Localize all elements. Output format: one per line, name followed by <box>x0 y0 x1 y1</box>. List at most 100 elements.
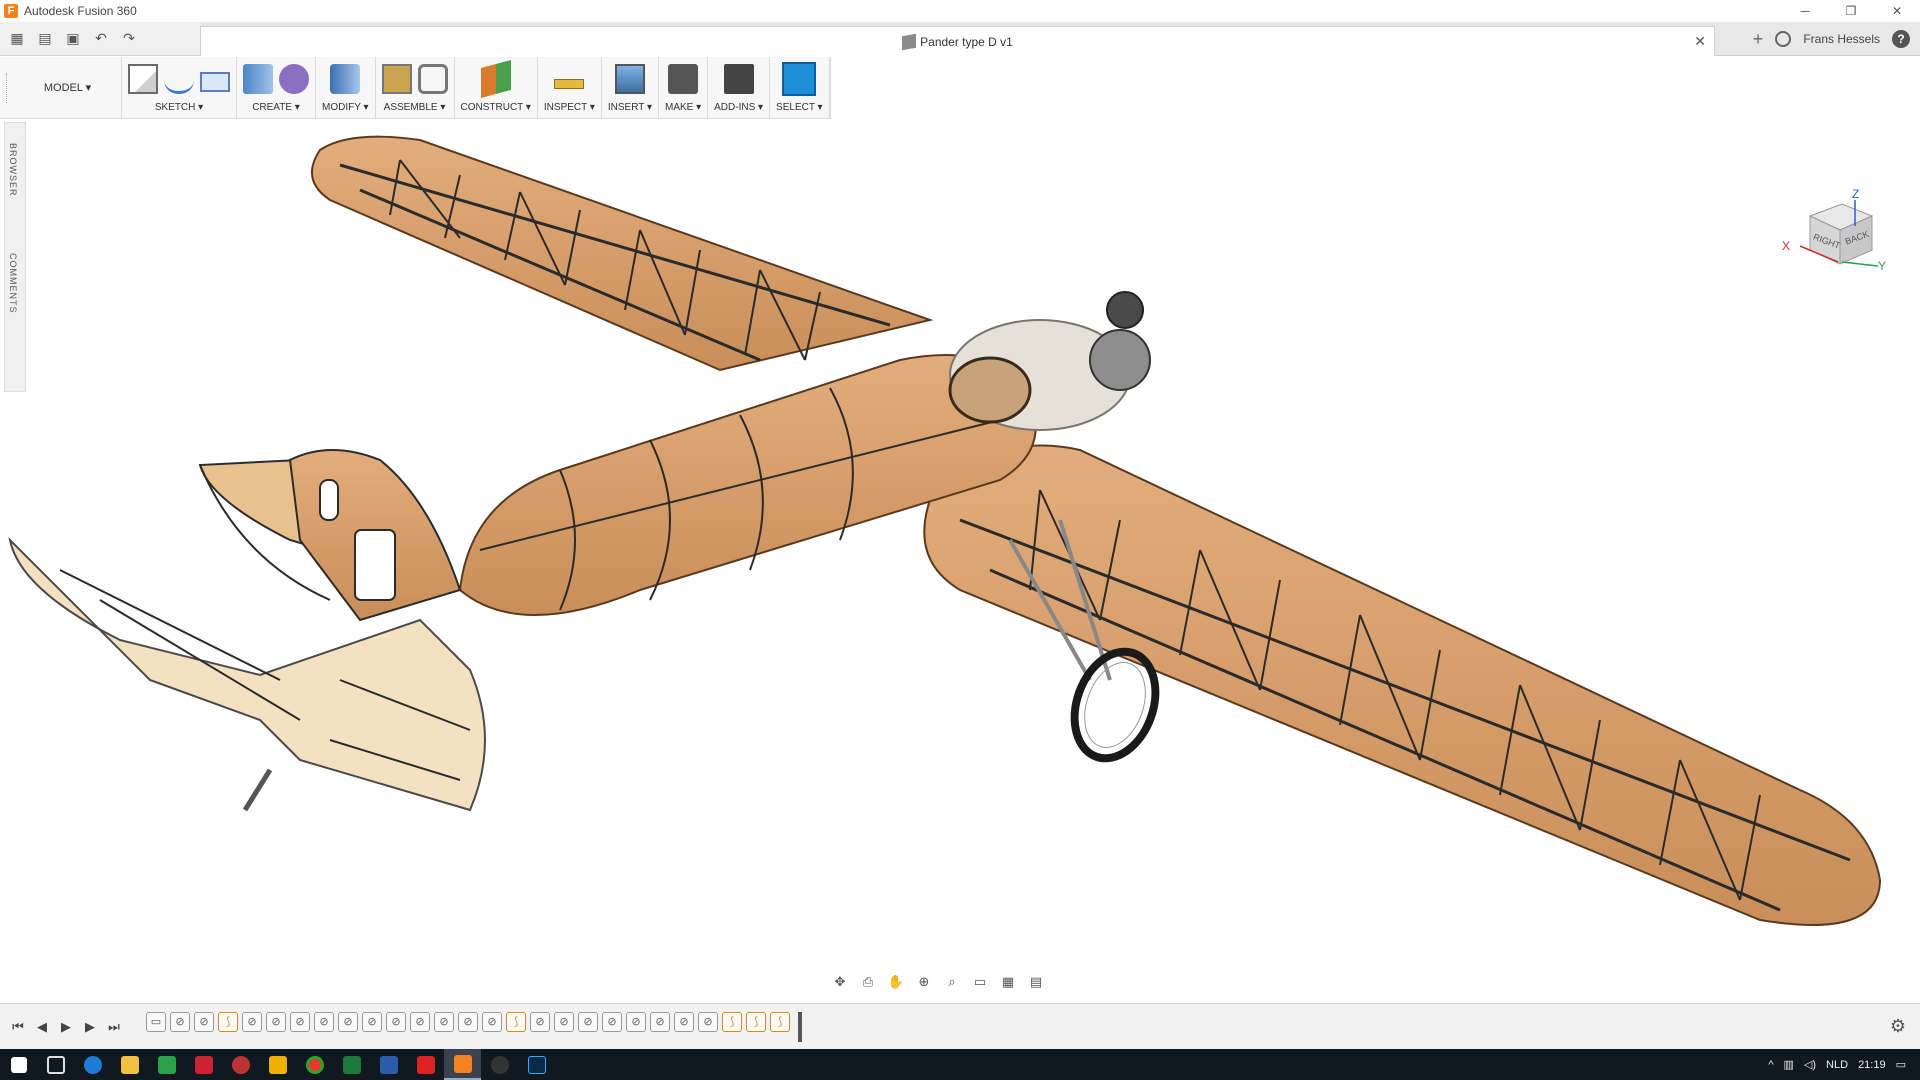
timeline-feature[interactable]: ⊘ <box>650 1011 670 1032</box>
3d-print-icon[interactable] <box>668 64 699 94</box>
orbit-icon[interactable]: ✥ <box>830 973 850 991</box>
timeline-feature[interactable]: ⊘ <box>458 1011 478 1032</box>
timeline-feature[interactable]: ⊘ <box>530 1011 550 1032</box>
3d-viewport[interactable]: Z X Y RIGHT BACK <box>0 120 1920 1000</box>
construct-menu[interactable]: CONSTRUCT ▾ <box>461 101 531 117</box>
timeline-feature[interactable]: ⊘ <box>242 1011 262 1032</box>
redo-icon[interactable]: ↷ <box>118 30 140 47</box>
timeline-feature[interactable]: ⊘ <box>434 1011 454 1032</box>
timeline-feature[interactable]: ⊘ <box>578 1011 598 1032</box>
browser-label[interactable]: BROWSER <box>8 143 18 197</box>
grid-settings-icon[interactable]: ▦ <box>998 973 1018 991</box>
fit-icon[interactable]: ⌕ <box>942 973 962 991</box>
timeline-feature[interactable]: ⟆ <box>746 1011 766 1032</box>
action-center-icon[interactable]: ▭ <box>1896 1058 1906 1071</box>
chrome-icon[interactable] <box>296 1049 333 1080</box>
timeline-feature[interactable]: ⊘ <box>314 1011 334 1032</box>
insert-menu[interactable]: INSERT ▾ <box>608 101 652 117</box>
photoshop-icon[interactable] <box>518 1049 555 1080</box>
toolbar-grip[interactable] <box>0 57 14 118</box>
create-sketch-icon[interactable] <box>128 64 158 94</box>
measure-icon[interactable] <box>554 79 585 89</box>
browser-panel-toggle[interactable]: BROWSER COMMENTS <box>4 122 26 392</box>
timeline-feature[interactable]: ⊘ <box>194 1011 214 1032</box>
user-name[interactable]: Frans Hessels <box>1803 32 1880 46</box>
display-settings-icon[interactable]: ▭ <box>970 973 990 991</box>
data-panel-grid-icon[interactable]: ▦ <box>6 30 28 47</box>
word-icon[interactable] <box>370 1049 407 1080</box>
timeline-feature[interactable]: ⊘ <box>338 1011 358 1032</box>
timeline-feature[interactable]: ⊘ <box>386 1011 406 1032</box>
timeline-settings-icon[interactable]: ⚙ <box>1890 1016 1906 1037</box>
viewcube[interactable]: Z X Y RIGHT BACK <box>1780 186 1890 296</box>
timeline-feature[interactable]: ⊘ <box>362 1011 382 1032</box>
app-icon-red-white[interactable] <box>185 1049 222 1080</box>
tray-volume-icon[interactable]: ◁) <box>1804 1058 1816 1071</box>
timeline-feature[interactable]: ⟆ <box>722 1011 742 1032</box>
new-component-icon[interactable] <box>381 64 412 94</box>
save-icon[interactable]: ▣ <box>62 30 84 47</box>
select-icon[interactable] <box>782 62 817 96</box>
scripts-addins-icon[interactable] <box>723 64 754 94</box>
tray-clock[interactable]: 21:19 <box>1858 1059 1886 1071</box>
rectangle-tool-icon[interactable] <box>200 72 230 92</box>
timeline-last-icon[interactable]: ⏭ <box>102 1019 126 1035</box>
edge-icon[interactable] <box>74 1049 111 1080</box>
file-explorer-icon[interactable] <box>111 1049 148 1080</box>
timeline-feature[interactable]: ⊘ <box>554 1011 574 1032</box>
timeline-feature[interactable]: ⊘ <box>290 1011 310 1032</box>
excel-icon[interactable] <box>333 1049 370 1080</box>
create-menu[interactable]: CREATE ▾ <box>252 101 300 117</box>
viewports-icon[interactable]: ▤ <box>1026 973 1046 991</box>
timeline-feature[interactable]: ⊘ <box>482 1011 502 1032</box>
airplane-model[interactable] <box>0 120 1920 1000</box>
create-form-icon[interactable] <box>279 64 309 94</box>
timeline-feature[interactable]: ⟆ <box>506 1011 526 1032</box>
app-icon-red-square[interactable] <box>407 1049 444 1080</box>
tray-language[interactable]: NLD <box>1826 1059 1848 1071</box>
start-button[interactable] <box>0 1049 37 1080</box>
timeline-feature[interactable]: ⟆ <box>218 1011 238 1032</box>
inspect-menu[interactable]: INSPECT ▾ <box>544 101 595 117</box>
file-menu-icon[interactable]: ▤ <box>34 30 56 47</box>
insert-image-icon[interactable] <box>614 64 645 94</box>
press-pull-icon[interactable] <box>330 64 361 94</box>
timeline-feature[interactable]: ⊘ <box>698 1011 718 1032</box>
job-status-icon[interactable] <box>1775 31 1792 47</box>
timeline-feature-sketch[interactable]: ▭ <box>146 1011 166 1032</box>
close-button[interactable]: ✕ <box>1874 0 1920 22</box>
timeline-feature[interactable]: ⊘ <box>674 1011 694 1032</box>
make-menu[interactable]: MAKE ▾ <box>665 101 701 117</box>
modify-menu[interactable]: MODIFY ▾ <box>322 101 369 117</box>
workspace-switcher[interactable]: MODEL ▾ <box>14 57 122 118</box>
app-icon-yellow[interactable] <box>259 1049 296 1080</box>
document-tab[interactable]: Pander type D v1 ✕ <box>200 26 1715 56</box>
addins-menu[interactable]: ADD-INS ▾ <box>714 101 763 117</box>
tray-network-icon[interactable]: ▥ <box>1784 1058 1794 1071</box>
fusion360-taskbar-icon[interactable] <box>444 1049 481 1080</box>
app-icon-red-circle[interactable] <box>222 1049 259 1080</box>
close-tab-icon[interactable]: ✕ <box>1694 33 1706 50</box>
timeline-prev-icon[interactable]: ◀ <box>30 1019 54 1035</box>
select-menu[interactable]: SELECT ▾ <box>776 101 823 117</box>
help-icon[interactable]: ? <box>1892 30 1910 48</box>
timeline-marker[interactable] <box>798 1011 802 1042</box>
zoom-icon[interactable]: ⊕ <box>914 973 934 991</box>
app-icon-green[interactable] <box>148 1049 185 1080</box>
timeline-first-icon[interactable]: ⏮ <box>6 1019 30 1035</box>
undo-icon[interactable]: ↶ <box>90 30 112 47</box>
timeline-feature[interactable]: ⊘ <box>602 1011 622 1032</box>
extrude-icon[interactable] <box>243 64 273 94</box>
task-view-icon[interactable] <box>37 1049 74 1080</box>
look-at-icon[interactable]: ⎙ <box>858 973 878 991</box>
offset-plane-icon[interactable] <box>480 59 511 99</box>
restore-button[interactable]: ❐ <box>1828 0 1874 22</box>
timeline-feature[interactable]: ⟆ <box>770 1011 790 1032</box>
timeline-play-icon[interactable]: ▶ <box>54 1019 78 1035</box>
timeline-feature[interactable]: ⊘ <box>266 1011 286 1032</box>
new-tab-icon[interactable]: + <box>1753 29 1764 50</box>
comments-label[interactable]: COMMENTS <box>8 253 18 314</box>
assemble-menu[interactable]: ASSEMBLE ▾ <box>384 101 446 117</box>
minimize-button[interactable]: ─ <box>1782 0 1828 22</box>
timeline-feature[interactable]: ⊘ <box>626 1011 646 1032</box>
